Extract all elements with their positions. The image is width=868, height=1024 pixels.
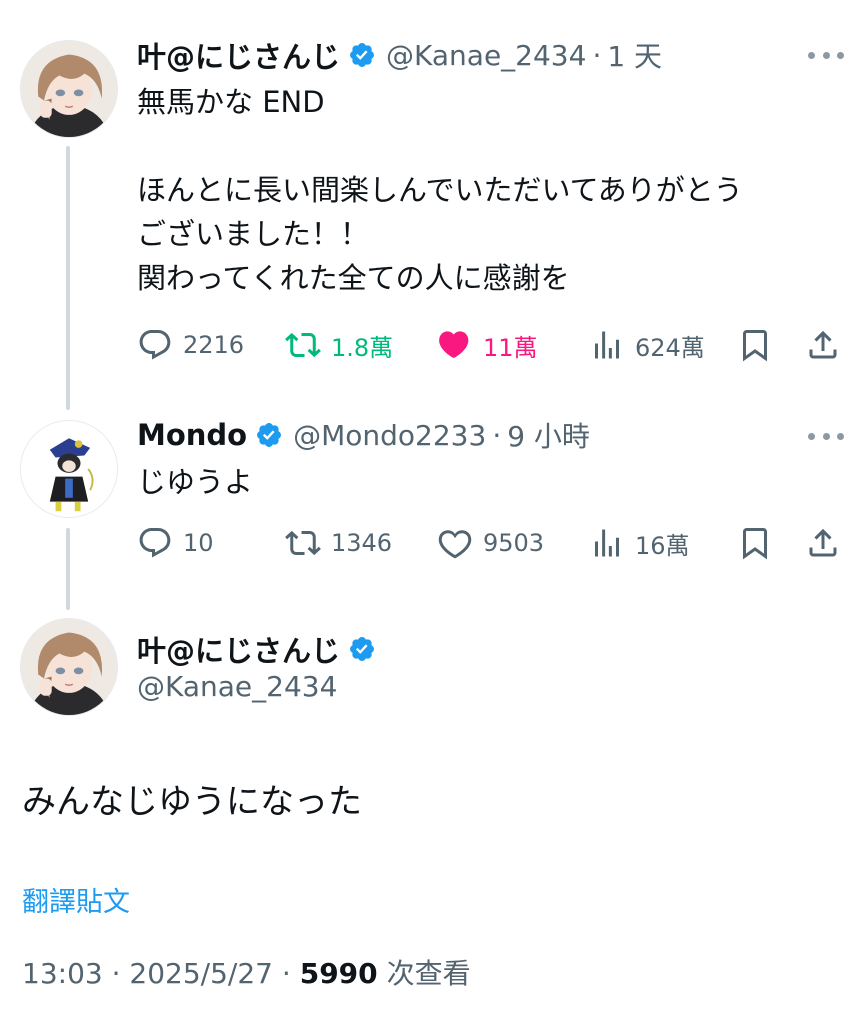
- bookmark-icon: [743, 528, 767, 560]
- share-button[interactable]: [805, 523, 841, 563]
- timestamp[interactable]: 1 天: [607, 35, 662, 75]
- avatar-kanae[interactable]: [20, 40, 118, 138]
- timestamp[interactable]: 9 小時: [507, 415, 590, 455]
- like-count: 9503: [483, 529, 545, 557]
- heart-filled-icon: [439, 331, 469, 358]
- like-count: 11萬: [483, 333, 538, 362]
- tweet-line: じゆうよ: [137, 465, 254, 499]
- bookmark-icon: [743, 330, 767, 362]
- views-count: 624萬: [635, 333, 705, 362]
- views-chart-icon: [595, 331, 619, 359]
- share-icon: [809, 330, 837, 359]
- handle[interactable]: @Kanae_2434: [386, 39, 586, 72]
- separator-dot: ·: [592, 38, 602, 72]
- more-options-icon[interactable]: [808, 430, 844, 442]
- tweet-mondo-reply[interactable]: Mondo @Mondo2233 · 9 小時 じゆうよ 10 1346 950…: [0, 410, 868, 610]
- views-count: 16萬: [635, 531, 690, 560]
- tweet-line: 関わってくれた全ての人に感謝を: [137, 261, 570, 295]
- avatar-kanae-image: [21, 619, 117, 715]
- more-options-icon[interactable]: [808, 49, 844, 61]
- display-name[interactable]: 叶@にじさんじ: [137, 34, 340, 76]
- reply-button[interactable]: 10: [137, 523, 214, 563]
- tweet-header: 叶@にじさんじ @Kanae_2434 · 1 天: [137, 35, 662, 75]
- display-name[interactable]: 叶@にじさんじ: [137, 628, 340, 670]
- views-button[interactable]: 16萬: [589, 523, 690, 563]
- heart-outline-icon: [438, 530, 472, 559]
- reply-count: 2216: [183, 331, 245, 359]
- main-tweet-text: みんなじゆうになった: [22, 782, 362, 822]
- thread-connector: [66, 528, 70, 610]
- verified-badge-icon: [257, 423, 282, 447]
- bookmark-button[interactable]: [737, 325, 773, 365]
- retweet-button[interactable]: 1.8萬: [285, 325, 393, 365]
- tweet-line: [137, 124, 847, 168]
- share-button[interactable]: [805, 325, 841, 365]
- action-bar: 10 1346 9503 16萬: [137, 523, 847, 563]
- tweet-body: 無馬かな END ほんとに長い間楽しんでいただいてありがとう ございました！！ …: [137, 80, 847, 300]
- reply-count: 10: [183, 529, 214, 557]
- handle[interactable]: @Mondo2233: [293, 419, 486, 452]
- reply-icon: [139, 330, 171, 360]
- views-button[interactable]: 624萬: [589, 325, 705, 365]
- main-author-name-row: 叶@にじさんじ: [137, 627, 386, 671]
- tweet-line: ほんとに長い間楽しんでいただいてありがとう: [137, 173, 743, 207]
- avatar-mondo-image: [21, 421, 117, 517]
- tweet-line: 無馬かな END: [137, 85, 325, 119]
- verified-badge-icon: [350, 43, 374, 67]
- views-chart-icon: [595, 529, 619, 557]
- reply-icon: [139, 528, 171, 558]
- verified-badge-icon: [350, 637, 374, 661]
- handle[interactable]: @Kanae_2434: [137, 670, 337, 703]
- separator-dot: ·: [281, 957, 291, 990]
- tweet-meta: 13:03 · 2025/5/27 · 5990 次查看: [22, 952, 471, 992]
- share-icon: [809, 528, 837, 557]
- post-date[interactable]: 2025/5/27: [129, 957, 273, 990]
- thread-connector: [66, 146, 70, 410]
- display-name[interactable]: Mondo: [137, 418, 247, 452]
- tweet-header: Mondo @Mondo2233 · 9 小時: [137, 415, 590, 455]
- like-button[interactable]: 11萬: [437, 325, 538, 365]
- retweet-count: 1346: [331, 529, 393, 557]
- like-button[interactable]: 9503: [437, 523, 544, 563]
- avatar-kanae-image: [21, 41, 117, 137]
- tweet-body: じゆうよ: [137, 460, 847, 504]
- separator-dot: ·: [111, 957, 121, 990]
- retweet-button[interactable]: 1346: [285, 523, 392, 563]
- separator-dot: ·: [492, 418, 502, 452]
- tweet-line: ございました！！: [137, 217, 370, 251]
- views-count[interactable]: 5990: [300, 957, 378, 990]
- avatar-kanae-main[interactable]: [20, 618, 118, 716]
- avatar-mondo[interactable]: [20, 420, 118, 518]
- views-label: 次查看: [386, 957, 471, 990]
- retweet-icon: [285, 530, 321, 556]
- translate-post-link[interactable]: 翻譯貼文: [22, 880, 130, 919]
- action-bar: 2216 1.8萬 11萬 624萬: [137, 325, 847, 365]
- post-time[interactable]: 13:03: [22, 957, 103, 990]
- retweet-icon: [285, 332, 321, 358]
- retweet-count: 1.8萬: [331, 333, 394, 362]
- bookmark-button[interactable]: [737, 523, 773, 563]
- reply-button[interactable]: 2216: [137, 325, 244, 365]
- tweet-kanae-end[interactable]: 叶@にじさんじ @Kanae_2434 · 1 天 無馬かな END ほんとに長…: [0, 0, 868, 410]
